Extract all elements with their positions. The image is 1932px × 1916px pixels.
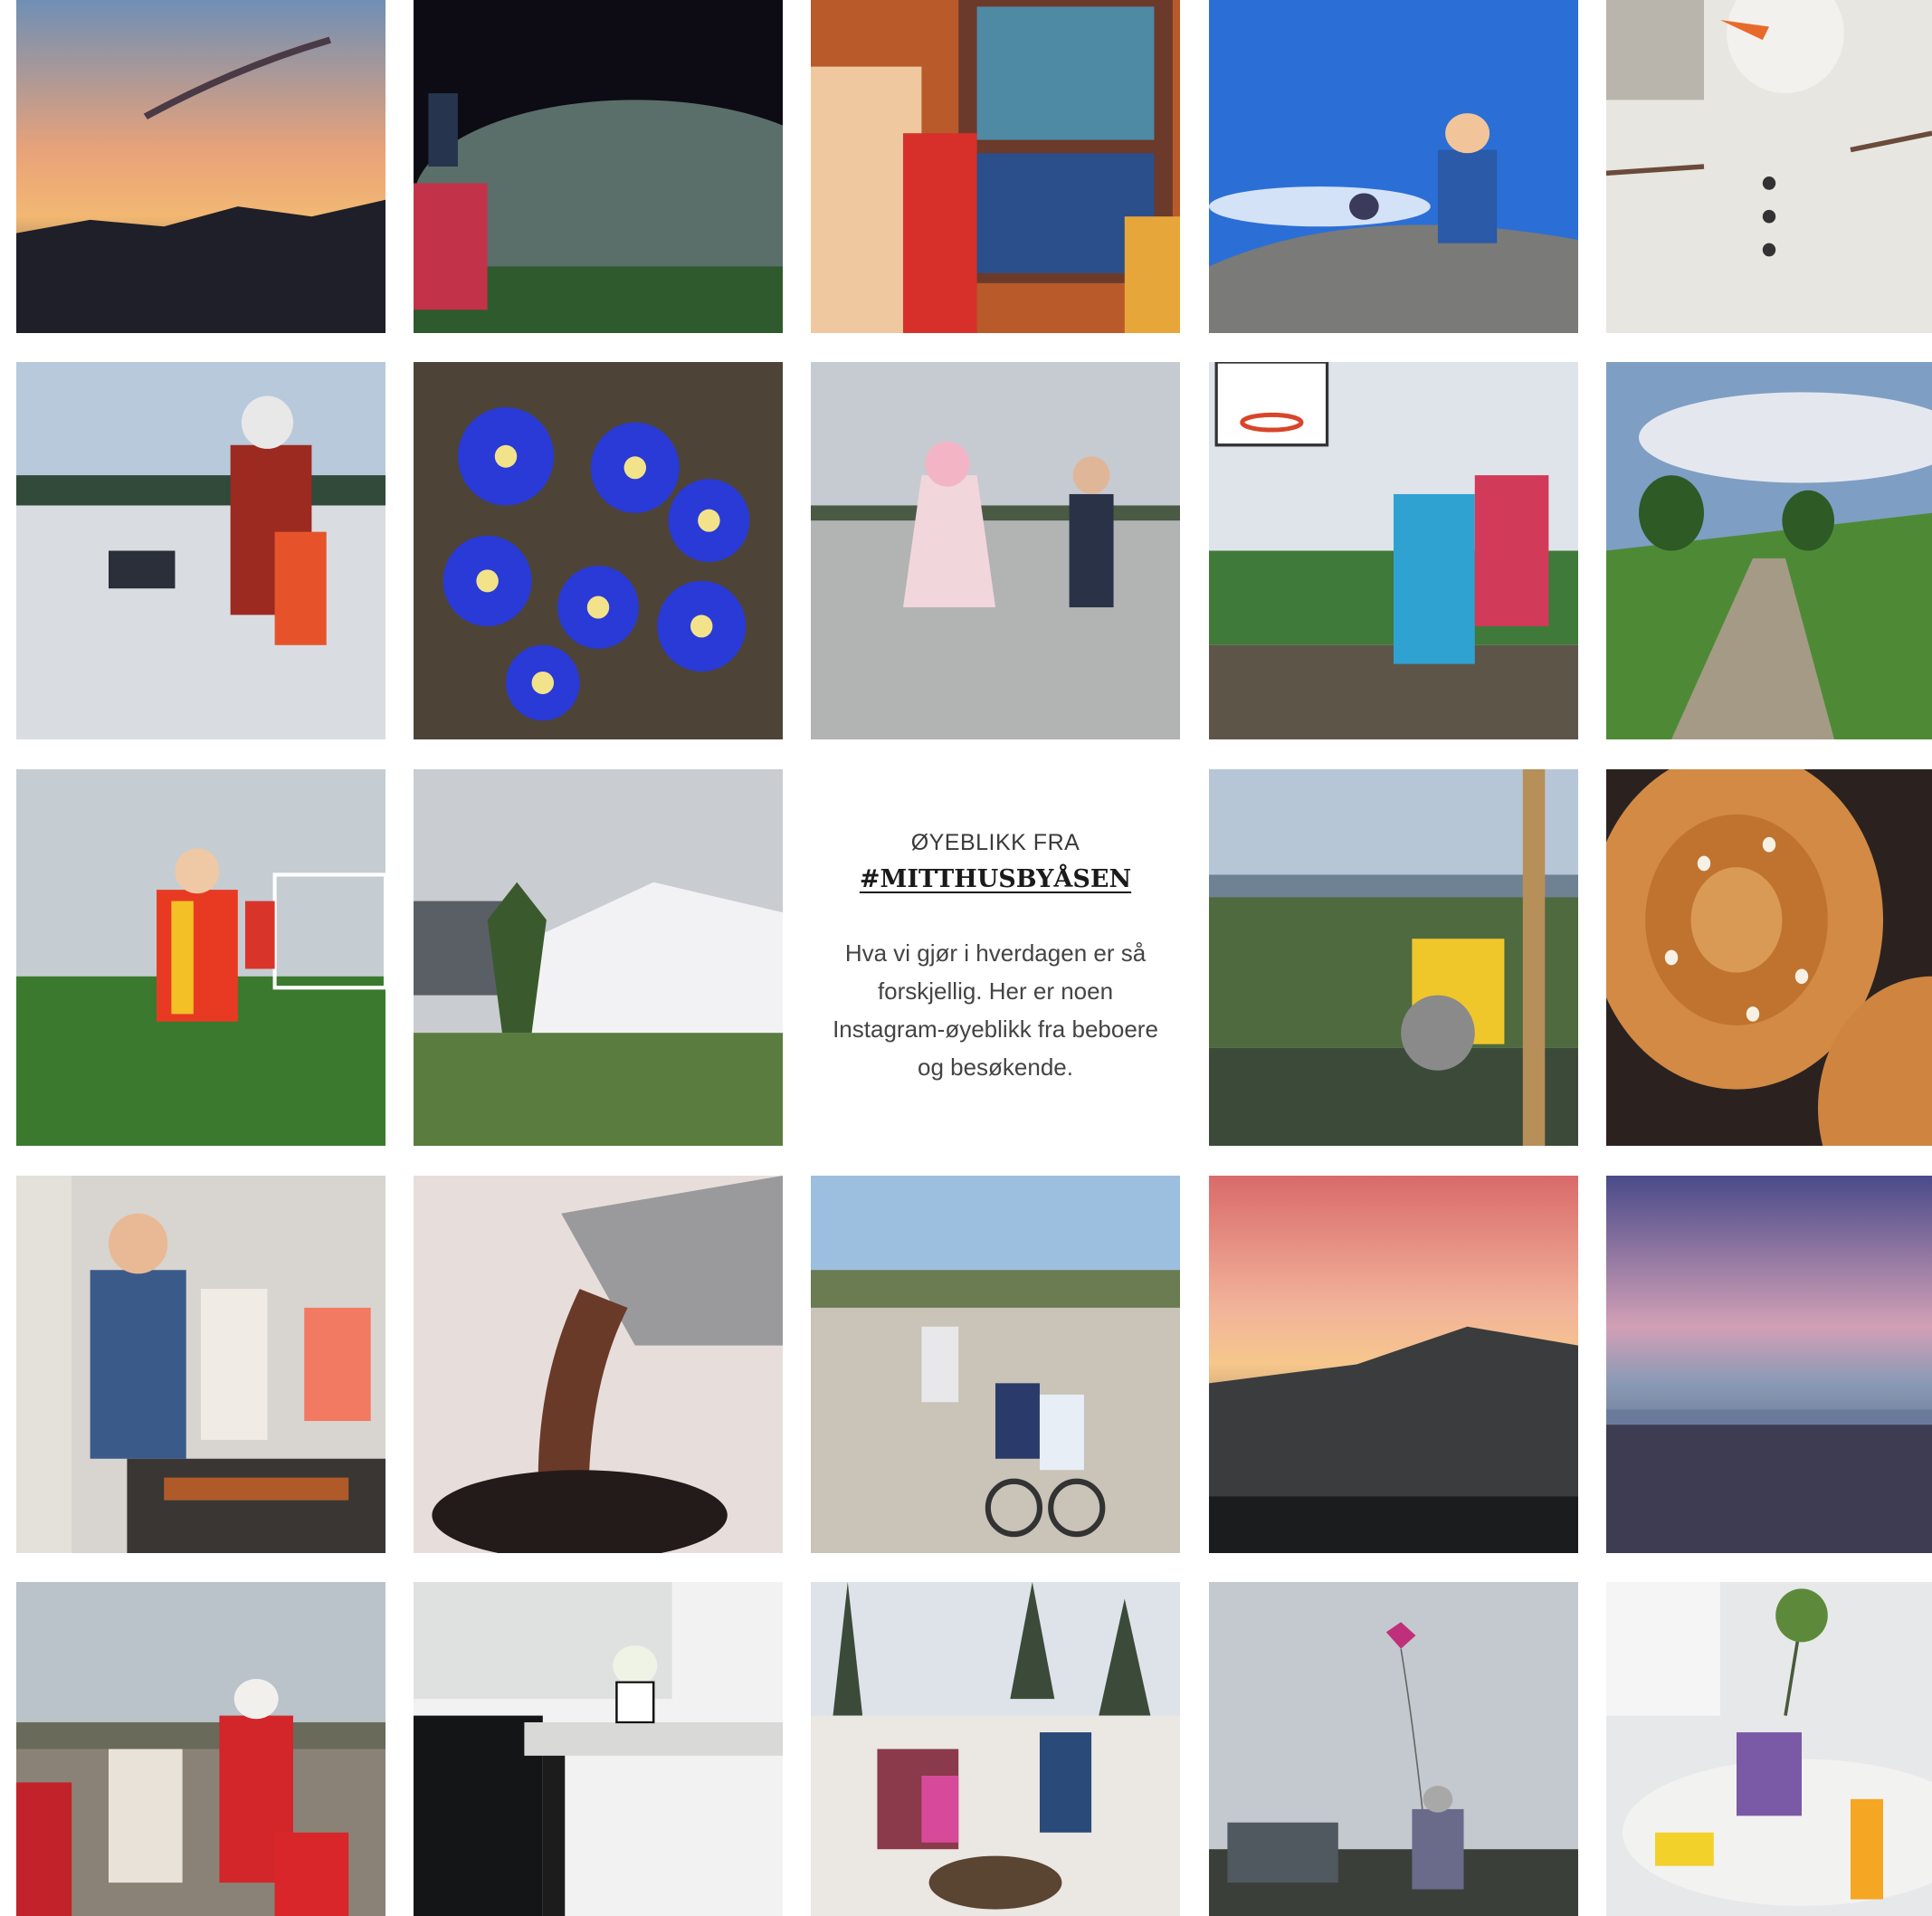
photo-night-ice-rink[interactable] xyxy=(414,0,783,333)
photo-basketball-hoop-park[interactable] xyxy=(1209,362,1578,739)
photo-sunset-fjord[interactable] xyxy=(16,0,385,333)
photo-snowman[interactable] xyxy=(1606,0,1932,333)
photo-summer-path[interactable] xyxy=(1606,362,1932,739)
instagram-photo-grid: ØYEBLIKK FRA #MITTHUSBYÅSEN Hva vi gjør … xyxy=(0,0,1932,1916)
instagram-feature-text: ØYEBLIKK FRA #MITTHUSBYÅSEN Hva vi gjør … xyxy=(811,769,1180,1146)
photo-kids-at-window[interactable] xyxy=(811,0,1180,333)
photo-barbecue-party[interactable] xyxy=(16,1176,385,1553)
photo-santa-with-reindeer[interactable] xyxy=(16,1582,385,1916)
photo-city-view-dusk[interactable] xyxy=(1606,1176,1932,1553)
photo-gravel-pile-kids[interactable] xyxy=(1209,0,1578,333)
photo-ice-skating-kids[interactable] xyxy=(16,362,385,739)
photo-blue-anemones[interactable] xyxy=(414,362,783,739)
hashtag-link[interactable]: #MITTHUSBYÅSEN xyxy=(860,865,1131,894)
photo-modern-kitchen[interactable] xyxy=(414,1582,783,1916)
photo-breakfast-table[interactable] xyxy=(1606,1582,1932,1916)
photo-cinnamon-buns[interactable] xyxy=(1606,769,1932,1146)
photo-pouring-coffee[interactable] xyxy=(414,1176,783,1553)
photo-football-boys[interactable] xyxy=(16,769,385,1146)
photo-family-cycling[interactable] xyxy=(811,1176,1180,1553)
photo-view-from-construction[interactable] xyxy=(1209,769,1578,1146)
photo-pink-sunset-valley[interactable] xyxy=(1209,1176,1578,1553)
feature-description: Hva vi gjør i hverdagen er så forskjelli… xyxy=(833,939,1158,1082)
photo-girl-skating[interactable] xyxy=(811,362,1180,739)
feature-kicker: ØYEBLIKK FRA xyxy=(910,829,1080,855)
photo-party-tent[interactable] xyxy=(414,769,783,1146)
photo-kite-flying[interactable] xyxy=(1209,1582,1578,1916)
photo-winter-campfire[interactable] xyxy=(811,1582,1180,1916)
